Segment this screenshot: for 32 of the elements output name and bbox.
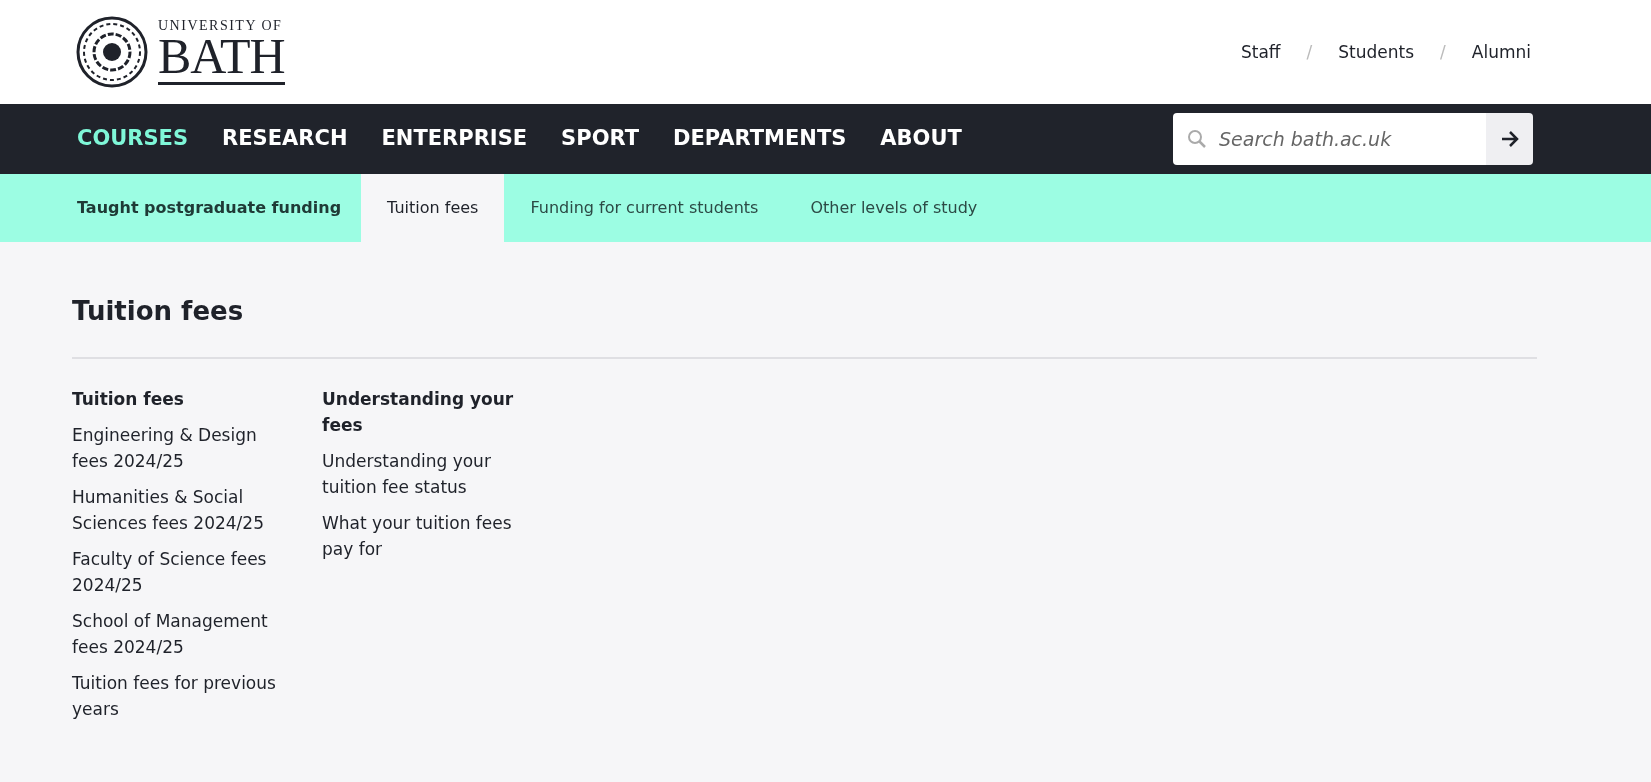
sub-nav-tab[interactable]: Tuition fees: [361, 174, 505, 242]
audience-link[interactable]: Staff: [1240, 40, 1281, 66]
fees-link[interactable]: School of Management fees 2024/25: [72, 608, 282, 660]
nav-link[interactable]: COURSES: [77, 123, 189, 155]
logo-text: UNIVERSITY OF: [158, 19, 284, 33]
sub-nav-tab[interactable]: Other levels of study: [784, 174, 1004, 242]
emblem-icon: [76, 16, 148, 88]
fees-link[interactable]: Engineering & Design fees 2024/25: [72, 422, 282, 474]
nav-link[interactable]: RESEARCH: [222, 123, 348, 155]
sub-nav-tab[interactable]: Funding for current students: [504, 174, 785, 242]
audience-link[interactable]: Alumni: [1471, 40, 1531, 66]
separator: /: [1306, 41, 1313, 65]
fees-link[interactable]: What your tuition fees pay for: [322, 510, 532, 562]
fees-link[interactable]: Tuition fees for previous years: [72, 670, 282, 722]
fees-link[interactable]: Humanities & Social Sciences fees 2024/25: [72, 484, 282, 536]
search-field[interactable]: Search bath.ac.uk: [1173, 113, 1486, 165]
search-icon: [1187, 129, 1207, 149]
search-submit-button[interactable]: [1486, 113, 1533, 165]
nav-link[interactable]: ABOUT: [880, 123, 962, 155]
fees-link[interactable]: Understanding your tuition fee status: [322, 448, 532, 500]
arrow-right-icon: [1499, 130, 1520, 148]
nav-link[interactable]: ENTERPRISE: [381, 123, 528, 155]
column-heading: Understanding your fees: [322, 388, 515, 437]
section-title-link[interactable]: Taught postgraduate funding: [57, 174, 362, 242]
audience-link[interactable]: Students: [1338, 40, 1415, 66]
separator: /: [1440, 41, 1446, 65]
nav-link[interactable]: DEPARTMENTS: [673, 123, 847, 155]
page-heading: Tuition fees: [72, 292, 1537, 359]
column-heading: Tuition fees: [72, 388, 185, 411]
logo-wordmark: BATH: [158, 33, 285, 85]
nav-link[interactable]: SPORT: [561, 123, 640, 155]
fees-link[interactable]: Faculty of Science fees 2024/25: [72, 546, 282, 598]
